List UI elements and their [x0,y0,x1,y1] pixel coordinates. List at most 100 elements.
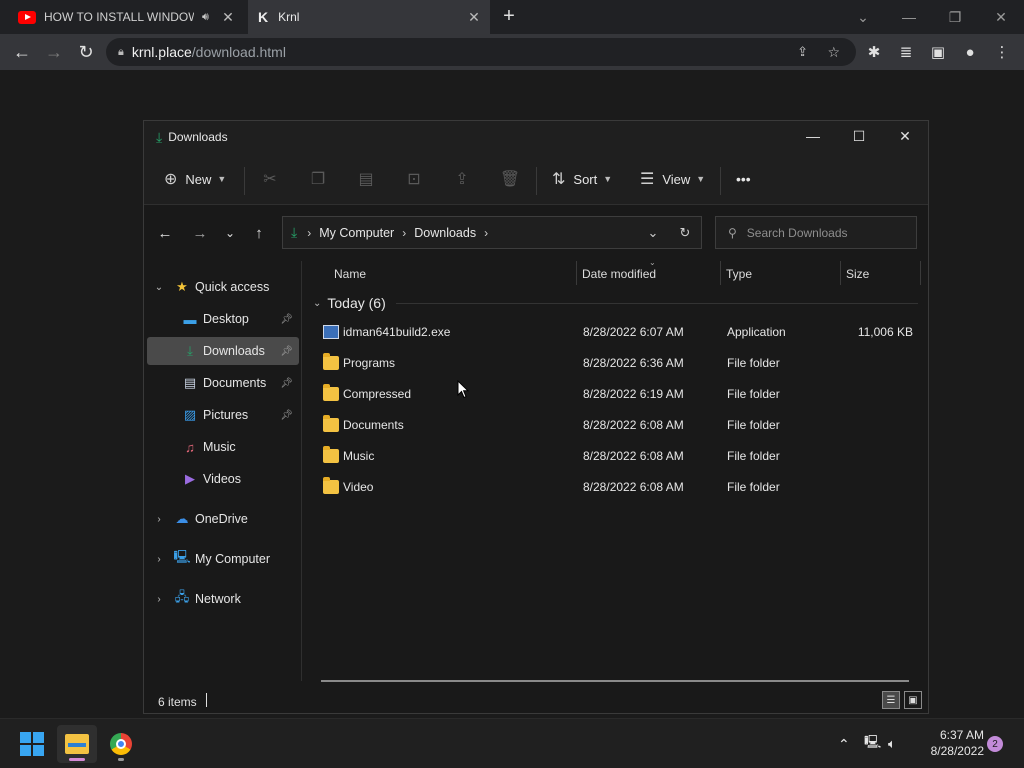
new-button[interactable]: ⊕ New ▼ [164,165,226,193]
file-name: Programs [343,356,396,370]
more-options-button[interactable]: ••• [736,165,751,193]
delete-icon[interactable]: 🗑︎ [498,167,522,191]
back-icon[interactable]: ← [153,221,177,245]
reload-icon[interactable]: ↻ [72,38,100,66]
speaker-icon[interactable]: 🔊︎ [202,11,209,24]
taskbar-chrome[interactable] [101,725,141,763]
file-type: File folder [727,418,780,432]
folder-icon [323,477,339,494]
chevron-right-icon[interactable]: › [153,594,165,605]
status-divider [206,693,207,707]
star-icon[interactable]: ☆ [827,44,840,61]
rename-icon[interactable]: ⊡ [402,167,426,191]
recent-locations-icon[interactable]: ⌄ [218,221,242,245]
nav-onedrive[interactable]: › ☁ OneDrive [147,505,299,533]
folder-icon [323,446,339,463]
nav-documents[interactable]: ▤ Documents 📌︎ [147,369,299,397]
share-icon[interactable]: ⇪ [797,44,808,60]
nav-label: My Computer [195,552,271,566]
search-input[interactable]: ⚲ Search Downloads [715,216,917,249]
table-row[interactable]: Compressed 8/28/2022 6:19 AM File folder [303,379,918,410]
details-view-icon[interactable]: ☰ [882,691,900,709]
file-date: 8/28/2022 6:19 AM [583,387,684,401]
chevron-down-icon[interactable]: ⌄ [153,282,165,293]
up-icon[interactable]: ↑ [247,221,271,245]
paste-icon[interactable]: ▤ [354,167,378,191]
show-hidden-icons-icon[interactable]: ⌃ [838,729,850,759]
tab-title: HOW TO INSTALL WINDOWS [44,10,194,24]
profile-icon[interactable]: ● [958,40,982,64]
menu-icon[interactable]: ⋮ [990,40,1014,64]
start-button[interactable] [12,725,52,763]
download-icon: ⤓ [156,128,163,145]
network-status-icon[interactable]: 🖳︎ [864,729,881,759]
breadcrumb-item[interactable]: Downloads [414,226,476,240]
new-tab-button[interactable]: + [499,6,519,28]
view-button[interactable]: ☰ View ▼ [640,165,705,193]
maximize-icon[interactable]: ☐ [836,121,882,151]
chevron-right-icon[interactable]: › [153,554,165,565]
address-dropdown-icon[interactable]: ⌄ [637,225,669,241]
share-icon[interactable]: ⇪ [450,167,474,191]
tab-search-icon[interactable]: ⌄ [840,0,886,34]
cut-icon[interactable]: ✂ [258,167,282,191]
chevron-right-icon[interactable]: › [153,514,165,525]
nav-my-computer[interactable]: › 🖳︎ My Computer [147,545,299,573]
close-icon[interactable]: ✕ [978,0,1024,34]
nav-pictures[interactable]: ▨ Pictures 📌︎ [147,401,299,429]
nav-desktop[interactable]: ▬ Desktop 📌︎ [147,305,299,333]
krnl-icon: K [258,9,269,25]
search-placeholder: Search Downloads [746,225,848,240]
breadcrumb-item[interactable]: My Computer [319,226,394,240]
nav-network[interactable]: › 🖧︎ Network [147,585,299,613]
nav-music[interactable]: ♫ Music [147,433,299,461]
tab-youtube[interactable]: HOW TO INSTALL WINDOWS 🔊︎ ✕ [8,0,244,34]
horizontal-scrollbar[interactable] [321,680,909,682]
table-row[interactable]: Video 8/28/2022 6:08 AM File folder [303,472,918,503]
side-panel-icon[interactable]: ▣ [926,40,950,64]
close-icon[interactable]: ✕ [882,121,928,151]
file-explorer-icon [65,734,89,754]
sort-button[interactable]: ⇅ Sort ▼ [552,165,612,193]
item-count: 6 items [158,695,197,709]
youtube-icon [18,10,36,24]
chevron-right-icon: › [307,225,312,240]
document-icon: ▤ [183,375,197,390]
nav-videos[interactable]: ▶ Videos [147,465,299,493]
tiles-view-icon[interactable]: ▣ [904,691,922,709]
address-bar[interactable]: 🔒︎ krnl.place/download.html ⇪ ☆ [106,38,856,66]
restore-icon[interactable]: ❐ [932,0,978,34]
table-row[interactable]: Programs 8/28/2022 6:36 AM File folder [303,348,918,379]
extensions-icon[interactable]: ✱ [862,40,886,64]
clock[interactable]: 6:37 AM 8/28/2022 [912,727,984,759]
notification-badge[interactable]: 2 [987,736,1003,752]
forward-icon[interactable]: → [188,221,212,245]
close-tab-icon[interactable]: ✕ [466,9,482,25]
nav-label: Music [203,440,236,454]
chevron-down-icon: ▼ [696,174,706,184]
breadcrumb[interactable]: ⤓ › My Computer › Downloads › ⌄ ↻ [282,216,702,249]
file-name: Documents [343,418,404,432]
refresh-icon[interactable]: ↻ [669,225,701,241]
pictures-icon: ▨ [183,407,197,422]
chevron-down-icon: ▼ [217,174,227,184]
tab-krnl[interactable]: K Krnl ✕ [248,0,490,34]
table-row[interactable]: Music 8/28/2022 6:08 AM File folder [303,441,918,472]
url-path: /download.html [191,44,286,60]
back-icon[interactable]: ← [8,38,36,66]
minimize-icon[interactable]: — [790,121,836,151]
view-list-icon: ☰ [640,171,655,188]
table-row[interactable]: Documents 8/28/2022 6:08 AM File folder [303,410,918,441]
chevron-right-icon: › [402,225,407,240]
copy-icon[interactable]: ❐ [306,167,330,191]
taskbar-file-explorer[interactable] [57,725,97,763]
close-tab-icon[interactable]: ✕ [220,9,236,25]
forward-icon[interactable]: → [40,38,68,66]
volume-icon[interactable]: 🔈︎ [888,729,896,759]
divider [536,167,537,195]
nav-quick-access[interactable]: ⌄ ★ Quick access [147,273,299,301]
table-row[interactable]: idman641build2.exe 8/28/2022 6:07 AM App… [303,317,918,348]
minimize-icon[interactable]: — [886,0,932,34]
nav-downloads[interactable]: ⤓ Downloads 📌︎ [147,337,299,365]
media-icon[interactable]: ≣ [894,40,918,64]
